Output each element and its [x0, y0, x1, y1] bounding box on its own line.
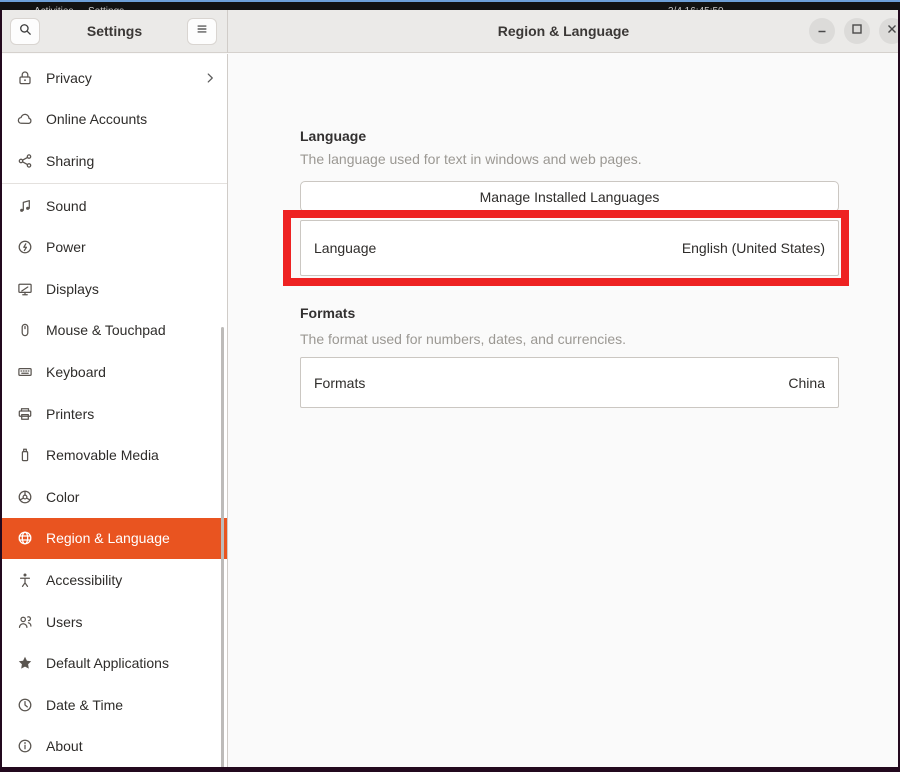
sidebar-item-sharing[interactable]: Sharing [2, 140, 227, 182]
sidebar-item-users[interactable]: Users [2, 601, 227, 643]
sidebar-item-label: Removable Media [46, 447, 159, 463]
sidebar-item-label: Default Applications [46, 655, 169, 671]
hamburger-icon [195, 22, 209, 41]
sidebar-item-label: Sound [46, 198, 86, 214]
sidebar-item-label: Mouse & Touchpad [46, 322, 166, 338]
main-panel: Language The language used for text in w… [229, 54, 898, 767]
desktop-top-bar: Activities Settings 3/4 16:45:50 [0, 0, 900, 10]
sidebar-item-label: Keyboard [46, 364, 106, 380]
page-title: Region & Language [229, 10, 898, 52]
removable-media-icon [17, 447, 33, 463]
music-note-icon [17, 198, 33, 214]
language-row-label: Language [314, 240, 376, 256]
sidebar-item-label: Color [46, 489, 79, 505]
menu-button[interactable] [187, 18, 217, 45]
formats-row-value: China [788, 375, 825, 391]
sidebar-item-label: Privacy [46, 70, 92, 86]
sidebar-item-color[interactable]: Color [2, 476, 227, 518]
close-icon [886, 22, 898, 40]
sidebar-item-about[interactable]: About [2, 726, 227, 768]
share-icon [17, 153, 33, 169]
sidebar-item-accessibility[interactable]: Accessibility [2, 559, 227, 601]
sidebar-nav: Privacy Online Accounts Sharing [2, 57, 227, 767]
sidebar-item-label: Sharing [46, 153, 94, 169]
language-row[interactable]: Language English (United States) [300, 220, 839, 276]
color-wheel-icon [17, 489, 33, 505]
sidebar-item-power[interactable]: Power [2, 226, 227, 268]
formats-section-title: Formats [300, 305, 355, 321]
printer-icon [17, 406, 33, 422]
sidebar-item-mouse-touchpad[interactable]: Mouse & Touchpad [2, 310, 227, 352]
sidebar-item-label: Region & Language [46, 530, 170, 546]
close-button[interactable] [879, 18, 898, 44]
maximize-button[interactable] [844, 18, 870, 44]
header-bar: Settings Region & Language [2, 10, 898, 53]
sidebar-item-label: Users [46, 614, 83, 630]
chevron-right-icon [203, 71, 217, 85]
globe-icon [17, 530, 33, 546]
sidebar-item-online-accounts[interactable]: Online Accounts [2, 99, 227, 141]
sidebar-item-date-time[interactable]: Date & Time [2, 684, 227, 726]
sidebar-item-label: Online Accounts [46, 111, 147, 127]
formats-row-label: Formats [314, 375, 365, 391]
sidebar-separator [2, 183, 227, 184]
settings-window: Settings Region & Language [2, 10, 898, 767]
display-icon [17, 281, 33, 297]
sidebar-item-label: About [46, 738, 83, 754]
sidebar-item-label: Accessibility [46, 572, 122, 588]
sidebar: Privacy Online Accounts Sharing [2, 54, 228, 767]
sidebar-item-label: Displays [46, 281, 99, 297]
formats-section-description: The format used for numbers, dates, and … [300, 331, 626, 347]
sidebar-item-printers[interactable]: Printers [2, 393, 227, 435]
info-icon [17, 738, 33, 754]
accessibility-icon [17, 572, 33, 588]
sidebar-item-removable-media[interactable]: Removable Media [2, 434, 227, 476]
window-controls [809, 18, 898, 44]
main-header: Region & Language [229, 10, 898, 53]
users-icon [17, 614, 33, 630]
sidebar-item-label: Date & Time [46, 697, 123, 713]
formats-row[interactable]: Formats China [300, 357, 839, 408]
language-section-description: The language used for text in windows an… [300, 151, 642, 167]
keyboard-icon [17, 364, 33, 380]
maximize-icon [851, 22, 863, 40]
sidebar-item-region-language[interactable]: Region & Language [2, 518, 227, 560]
power-icon [17, 239, 33, 255]
minimize-button[interactable] [809, 18, 835, 44]
sidebar-header: Settings [2, 10, 228, 53]
sidebar-item-displays[interactable]: Displays [2, 268, 227, 310]
sidebar-item-privacy[interactable]: Privacy [2, 57, 227, 99]
language-row-value: English (United States) [682, 240, 825, 256]
sidebar-item-label: Printers [46, 406, 94, 422]
clock-icon [17, 697, 33, 713]
sidebar-scrollbar[interactable] [221, 327, 224, 767]
sidebar-item-keyboard[interactable]: Keyboard [2, 351, 227, 393]
minimize-icon [816, 22, 828, 40]
lock-icon [17, 70, 33, 86]
language-section-title: Language [300, 128, 366, 144]
cloud-icon [17, 111, 33, 127]
manage-installed-languages-button[interactable]: Manage Installed Languages [300, 181, 839, 212]
star-icon [17, 655, 33, 671]
sidebar-item-label: Power [46, 239, 86, 255]
sidebar-item-default-applications[interactable]: Default Applications [2, 642, 227, 684]
mouse-icon [17, 322, 33, 338]
sidebar-item-sound[interactable]: Sound [2, 185, 227, 227]
